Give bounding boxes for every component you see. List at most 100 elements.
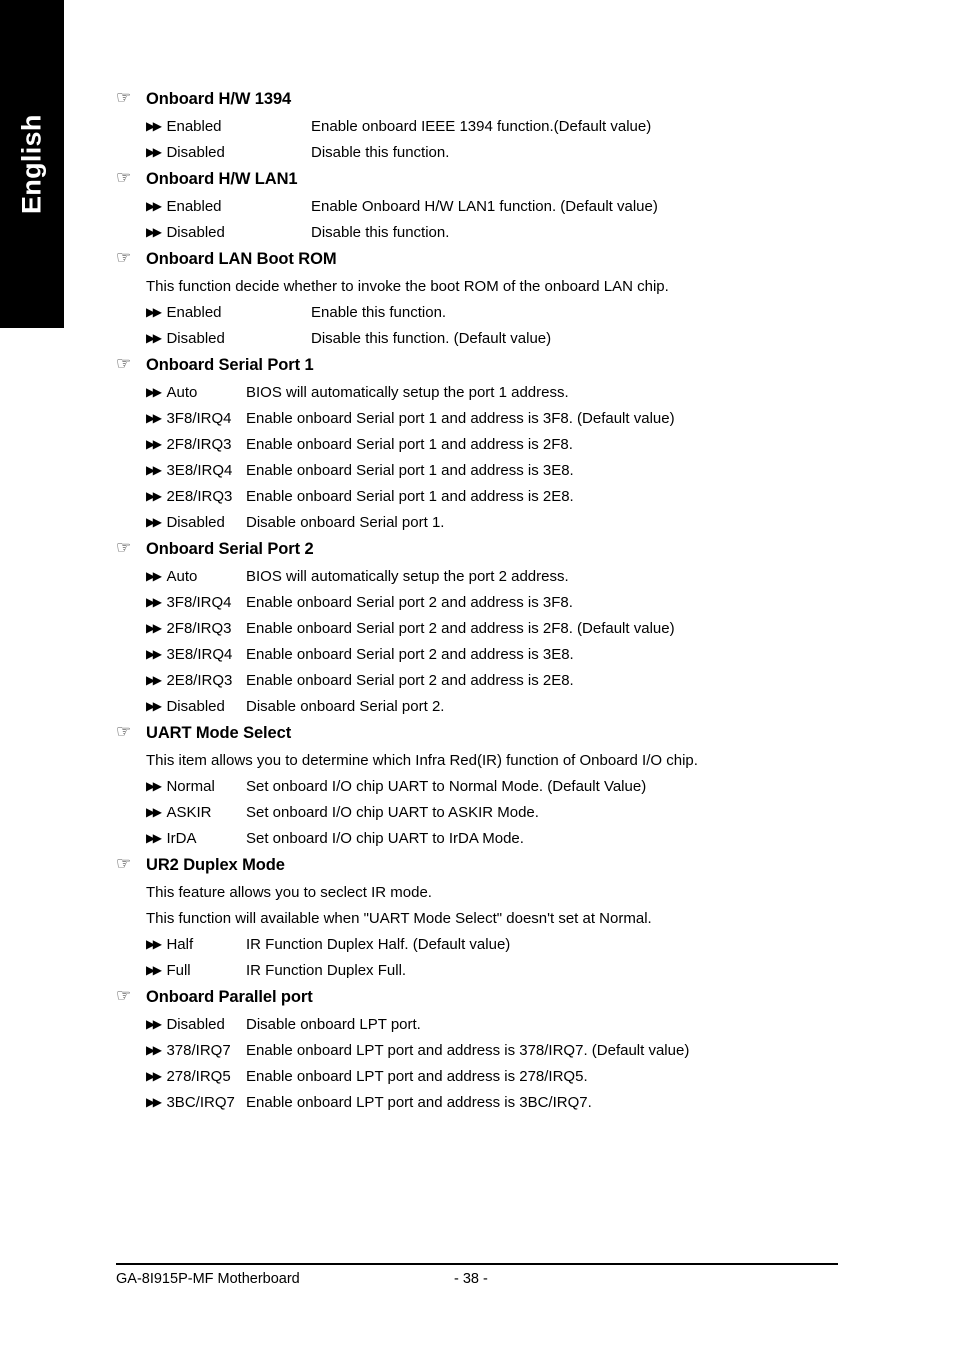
option-label-cell: ▶▶ 3F8/IRQ4: [116, 590, 246, 616]
pointing-hand-icon: ☞: [116, 854, 132, 873]
section-heading: ☞ Onboard Serial Port 1: [116, 354, 856, 379]
option-description: IR Function Duplex Half. (Default value): [246, 936, 511, 953]
option-label-cell: ▶▶ 2E8/IRQ3: [116, 484, 246, 510]
option-description: BIOS will automatically setup the port 1…: [246, 384, 569, 401]
footer-page-number: - 38 -: [454, 1271, 488, 1287]
double-arrow-icon: ▶▶: [146, 225, 162, 239]
double-arrow-icon: ▶▶: [146, 647, 162, 661]
option-row: ▶▶ Disabled Disable this function.: [116, 220, 856, 246]
section-ur2-duplex-mode: ☞ UR2 Duplex Mode This feature allows you …: [116, 854, 856, 984]
option-label: 278/IRQ5: [166, 1068, 231, 1085]
option-row: ▶▶ 3BC/IRQ7 Enable onboard LPT port and ad…: [116, 1090, 856, 1116]
option-label-cell: ▶▶ Disabled: [116, 140, 311, 166]
option-row: ▶▶ 3F8/IRQ4 Enable onboard Serial port 1 a…: [116, 406, 856, 432]
option-label-cell: ▶▶ Auto: [116, 380, 246, 406]
option-description: Enable onboard IEEE 1394 function.(Defau…: [311, 118, 652, 135]
option-label-cell: ▶▶ ASKIR: [116, 800, 246, 826]
section-title: Onboard H/W LAN1: [146, 170, 298, 188]
section-heading: ☞ Onboard H/W LAN1: [116, 168, 856, 193]
option-row: ▶▶ ASKIR Set onboard I/O chip UART to ASKI…: [116, 800, 856, 826]
section-title: UR2 Duplex Mode: [146, 856, 285, 874]
section-heading: ☞ UART Mode Select: [116, 722, 856, 747]
option-label: 2F8/IRQ3: [166, 620, 232, 637]
section-uart-mode-select: ☞ UART Mode Select This item allows you to…: [116, 722, 856, 852]
option-label: 3F8/IRQ4: [166, 410, 232, 427]
option-row: ▶▶ Disabled Disable onboard Serial port 2.: [116, 694, 856, 720]
section-note: This function will available when "UART …: [146, 910, 652, 927]
double-arrow-icon: ▶▶: [146, 1043, 162, 1057]
option-row: ▶▶ Enabled Enable Onboard H/W LAN1 functio…: [116, 194, 856, 220]
double-arrow-icon: ▶▶: [146, 779, 162, 793]
option-list: ▶▶ Enabled Enable onboard IEEE 1394 functi…: [116, 114, 856, 166]
double-arrow-icon: ▶▶: [146, 805, 162, 819]
double-arrow-icon: ▶▶: [146, 145, 162, 159]
option-description: Disable onboard Serial port 1.: [246, 514, 445, 531]
section-title: Onboard Serial Port 2: [146, 540, 314, 558]
section-note: This function decide whether to invoke t…: [146, 278, 669, 295]
option-row: ▶▶ Full IR Function Duplex Full.: [116, 958, 856, 984]
pointing-hand-icon: ☞: [116, 722, 132, 741]
option-row: ▶▶ 378/IRQ7 Enable onboard LPT port and ad…: [116, 1038, 856, 1064]
section-note: This item allows you to determine which …: [146, 752, 698, 769]
bios-options-content: ☞ Onboard H/W 1394 ▶▶ Enabled Enable onboard…: [116, 88, 856, 1118]
option-description: Enable this function.: [311, 304, 447, 321]
option-label-cell: ▶▶ 3E8/IRQ4: [116, 458, 246, 484]
language-tab-label: English: [16, 114, 47, 214]
pointing-hand-icon: ☞: [116, 354, 132, 373]
option-label-cell: ▶▶ Enabled: [116, 114, 311, 140]
double-arrow-icon: ▶▶: [146, 699, 162, 713]
option-description: Enable onboard LPT port and address is 3…: [246, 1094, 592, 1111]
option-row: ▶▶ 278/IRQ5 Enable onboard LPT port and ad…: [116, 1064, 856, 1090]
section-heading: ☞ Onboard Serial Port 2: [116, 538, 856, 563]
pointing-hand-icon: ☞: [116, 168, 132, 187]
option-list: ▶▶ Auto BIOS will automatically setup the …: [116, 564, 856, 720]
option-description: Enable onboard LPT port and address is 3…: [246, 1042, 690, 1059]
option-description: Enable Onboard H/W LAN1 function. (Defau…: [311, 198, 658, 215]
section-onboard-parallel-port: ☞ Onboard Parallel port ▶▶ Disabled Disable …: [116, 986, 856, 1116]
double-arrow-icon: ▶▶: [146, 673, 162, 687]
option-label-cell: ▶▶ Normal: [116, 774, 246, 800]
option-label-cell: ▶▶ Full: [116, 958, 246, 984]
option-label: Half: [166, 936, 194, 953]
section-heading: ☞ Onboard H/W 1394: [116, 88, 856, 113]
footer-product-title: GA-8I915P-MF Motherboard: [116, 1271, 300, 1287]
section-note: This feature allows you to seclect IR mo…: [146, 884, 432, 901]
option-row: ▶▶ Half IR Function Duplex Half. (Default …: [116, 932, 856, 958]
option-label-cell: ▶▶ Disabled: [116, 326, 311, 352]
option-description: Disable onboard LPT port.: [246, 1016, 421, 1033]
option-label-cell: ▶▶ IrDA: [116, 826, 246, 852]
option-label: Disabled: [166, 144, 225, 161]
option-label: Disabled: [166, 224, 225, 241]
option-row: ▶▶ Disabled Disable this function. (Defaul…: [116, 326, 856, 352]
option-row: ▶▶ Auto BIOS will automatically setup the …: [116, 380, 856, 406]
option-row: ▶▶ 3E8/IRQ4 Enable onboard Serial port 2 a…: [116, 642, 856, 668]
section-heading: ☞ UR2 Duplex Mode: [116, 854, 856, 879]
section-onboard-lan-boot-rom: ☞ Onboard LAN Boot ROM This function decid…: [116, 248, 856, 352]
footer-divider: [116, 1263, 838, 1265]
section-heading: ☞ Onboard LAN Boot ROM: [116, 248, 856, 273]
option-list: ▶▶ Disabled Disable onboard LPT port. ▶▶ 378…: [116, 1012, 856, 1116]
option-label-cell: ▶▶ Auto: [116, 564, 246, 590]
option-row: ▶▶ 2E8/IRQ3 Enable onboard Serial port 1 a…: [116, 484, 856, 510]
section-title: UART Mode Select: [146, 724, 292, 742]
section-title: Onboard LAN Boot ROM: [146, 250, 337, 268]
double-arrow-icon: ▶▶: [146, 569, 162, 583]
option-description: Set onboard I/O chip UART to Normal Mode…: [246, 778, 647, 795]
section-title: Onboard Parallel port: [146, 988, 313, 1006]
option-description: Set onboard I/O chip UART to ASKIR Mode.: [246, 804, 539, 821]
double-arrow-icon: ▶▶: [146, 595, 162, 609]
language-tab: English: [0, 0, 64, 328]
option-label-cell: ▶▶ 2F8/IRQ3: [116, 616, 246, 642]
option-description: Enable onboard Serial port 1 and address…: [246, 462, 574, 479]
option-label: Auto: [166, 568, 198, 585]
pointing-hand-icon: ☞: [116, 88, 132, 107]
double-arrow-icon: ▶▶: [146, 831, 162, 845]
section-onboard-serial-port-2: ☞ Onboard Serial Port 2 ▶▶ Auto BIOS will au…: [116, 538, 856, 720]
option-row: ▶▶ 2F8/IRQ3 Enable onboard Serial port 1 a…: [116, 432, 856, 458]
option-label: Enabled: [166, 198, 222, 215]
option-label: Full: [166, 962, 191, 979]
option-label: Auto: [166, 384, 198, 401]
option-label: Disabled: [166, 698, 225, 715]
option-row: ▶▶ Auto BIOS will automatically setup the …: [116, 564, 856, 590]
pointing-hand-icon: ☞: [116, 538, 132, 557]
